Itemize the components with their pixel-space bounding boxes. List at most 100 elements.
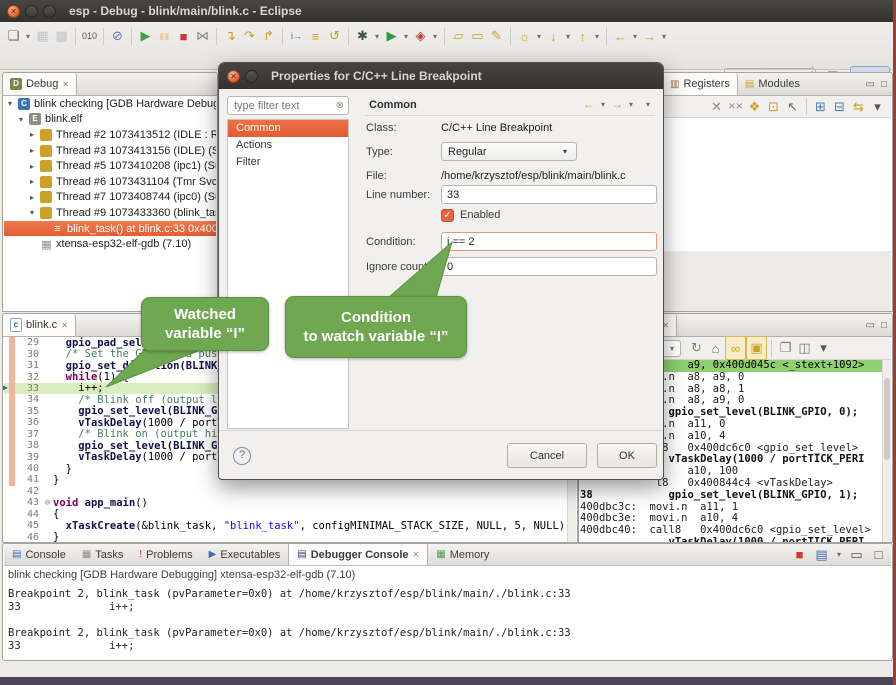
- show-execution-icon[interactable]: ≡: [306, 25, 325, 47]
- link-debug-context-icon[interactable]: ∞: [725, 336, 746, 360]
- remove-all-icon[interactable]: ✕✕: [726, 96, 745, 118]
- minimize-view-icon[interactable]: ▭: [866, 320, 875, 331]
- suspend-icon[interactable]: ▮▮: [155, 25, 174, 47]
- console-tab-console[interactable]: ▤Console: [4, 544, 74, 565]
- chevron-down-icon[interactable]: ▾: [534, 25, 544, 47]
- dialog-nav-filter[interactable]: Filter: [228, 154, 348, 171]
- remove-icon[interactable]: ✕: [707, 96, 726, 118]
- home-icon[interactable]: ⌂: [706, 337, 725, 359]
- minimize-icon[interactable]: ▭: [847, 544, 866, 566]
- forward-icon[interactable]: →: [640, 25, 659, 47]
- dialog-close-button[interactable]: ✕: [227, 70, 240, 83]
- close-icon[interactable]: ✕: [61, 321, 68, 330]
- menu-caret-icon[interactable]: ▾: [814, 337, 833, 359]
- filter-box[interactable]: ⊗: [227, 96, 349, 115]
- terminate-icon[interactable]: ■: [174, 25, 193, 47]
- registers-content[interactable]: [664, 119, 891, 251]
- terminate-icon[interactable]: ■: [790, 544, 809, 566]
- collapse-icon[interactable]: ⊟: [830, 96, 849, 118]
- chevron-down-icon[interactable]: ▾: [630, 25, 640, 47]
- chevron-down-icon[interactable]: ▾: [23, 25, 33, 47]
- window-close-button[interactable]: ✕: [7, 5, 20, 18]
- chevron-down-icon[interactable]: ▾: [659, 25, 669, 47]
- open-new-view-icon[interactable]: ❐: [776, 337, 795, 359]
- layout-icon[interactable]: ⇆: [849, 96, 868, 118]
- debug-tree-row[interactable]: ▸Thread #3 1073413156 (IDLE) (Susp: [4, 143, 216, 159]
- menu-caret-icon[interactable]: ▾: [868, 96, 887, 118]
- debug-tree-row[interactable]: ▾Cblink checking [GDB Hardware Debug: [4, 96, 216, 112]
- run-icon[interactable]: ▶: [382, 25, 401, 47]
- debug-tree-row[interactable]: ▸Thread #7 1073408744 (ipc0) (Susp: [4, 190, 216, 206]
- debug-tree-row[interactable]: ▾Eblink.elf: [4, 112, 216, 128]
- dialog-nav-common[interactable]: Common: [228, 120, 348, 137]
- binary-console-icon[interactable]: 010: [80, 25, 99, 47]
- open-file-icon[interactable]: ▭: [468, 25, 487, 47]
- instruction-stepping-icon[interactable]: i→: [287, 25, 306, 47]
- next-annotation-icon[interactable]: ↓: [544, 25, 563, 47]
- maximize-view-icon[interactable]: □: [881, 320, 887, 331]
- view-menu-icon[interactable]: ▾: [643, 100, 653, 109]
- save-all-icon[interactable]: ▩: [52, 25, 71, 47]
- type-dropdown[interactable]: Regular ▾: [441, 142, 577, 161]
- back-icon[interactable]: ←: [611, 25, 630, 47]
- debug-tree-row[interactable]: ▸Thread #5 1073410208 (ipc1) (Susp: [4, 158, 216, 174]
- expand-icon[interactable]: ⊞: [811, 96, 830, 118]
- restore-default-icon[interactable]: ⊡: [764, 96, 783, 118]
- console-tab-debugger-console[interactable]: ▤Debugger Console✕: [288, 544, 428, 565]
- chevron-down-icon[interactable]: ▾: [626, 100, 636, 109]
- step-into-icon[interactable]: ↴: [221, 25, 240, 47]
- window-minimize-button[interactable]: [25, 5, 38, 18]
- console-tab-memory[interactable]: ▦Memory: [428, 544, 497, 565]
- debug-tree-row[interactable]: ≡blink_task() at blink.c:33 0x400db: [4, 221, 216, 237]
- ignore-count-input[interactable]: [441, 257, 657, 276]
- add-register-group-icon[interactable]: ❖: [745, 96, 764, 118]
- restart-icon[interactable]: ↺: [325, 25, 344, 47]
- filter-input[interactable]: [232, 99, 326, 113]
- tab-registers[interactable]: ▥ Registers: [663, 73, 738, 95]
- save-icon[interactable]: ▦: [33, 25, 52, 47]
- chevron-down-icon[interactable]: ▾: [598, 100, 608, 109]
- step-return-icon[interactable]: ↱: [259, 25, 278, 47]
- disconnect-icon[interactable]: ⋈: [193, 25, 212, 47]
- dialog-minimize-button[interactable]: [245, 70, 258, 83]
- step-over-icon[interactable]: ↷: [240, 25, 259, 47]
- external-tools-icon[interactable]: ◈: [411, 25, 430, 47]
- maximize-icon[interactable]: □: [869, 544, 888, 566]
- enabled-checkbox[interactable]: ✓: [441, 209, 454, 222]
- minimize-view-icon[interactable]: ▭: [866, 79, 875, 90]
- chevron-down-icon[interactable]: ▾: [563, 25, 573, 47]
- new-wizard-icon[interactable]: ❏: [4, 25, 23, 47]
- forward-icon[interactable]: →: [611, 97, 623, 111]
- chevron-down-icon[interactable]: ▾: [430, 25, 440, 47]
- console-tab-executables[interactable]: ▶Executables: [201, 544, 289, 565]
- display-console-icon[interactable]: ▤: [812, 544, 831, 566]
- help-icon[interactable]: ?: [233, 447, 251, 465]
- console-output[interactable]: Breakpoint 2, blink_task (pvParameter=0x…: [8, 588, 882, 658]
- debug-tree-row[interactable]: ▸Thread #2 1073413512 (IDLE : Runn: [4, 127, 216, 143]
- debug-tree-row[interactable]: ▦xtensa-esp32-elf-gdb (7.10): [4, 236, 216, 252]
- resume-icon[interactable]: ▶: [136, 25, 155, 47]
- pin-icon[interactable]: ◫: [795, 337, 814, 359]
- prev-annotation-icon[interactable]: ↑: [573, 25, 592, 47]
- window-maximize-button[interactable]: [43, 5, 56, 18]
- sketch-icon[interactable]: ✎: [487, 25, 506, 47]
- condition-input[interactable]: [441, 232, 657, 251]
- ok-button[interactable]: OK: [597, 443, 657, 468]
- debug-tree-row[interactable]: ▾Thread #9 1073433360 (blink_task: [4, 205, 216, 221]
- cancel-button[interactable]: Cancel: [507, 443, 587, 468]
- clear-filter-icon[interactable]: ⊗: [336, 100, 344, 111]
- chevron-down-icon[interactable]: ▾: [372, 25, 382, 47]
- chevron-down-icon[interactable]: ▾: [834, 544, 844, 566]
- back-icon[interactable]: ←: [583, 97, 595, 111]
- last-edit-icon[interactable]: ☼: [515, 25, 534, 47]
- console-tab-problems[interactable]: !Problems: [131, 544, 200, 565]
- chevron-down-icon[interactable]: ▾: [401, 25, 411, 47]
- maximize-view-icon[interactable]: □: [881, 79, 887, 90]
- show-source-icon[interactable]: ▣: [746, 336, 767, 360]
- skip-breakpoints-icon[interactable]: ⊘: [108, 25, 127, 47]
- debug-tree-row[interactable]: ▸Thread #6 1073431104 (Tmr Svc) (S: [4, 174, 216, 190]
- chevron-down-icon[interactable]: ▾: [592, 25, 602, 47]
- pointer-icon[interactable]: ↖: [783, 96, 802, 118]
- close-icon[interactable]: ✕: [62, 80, 69, 89]
- line-number-input[interactable]: [441, 185, 657, 204]
